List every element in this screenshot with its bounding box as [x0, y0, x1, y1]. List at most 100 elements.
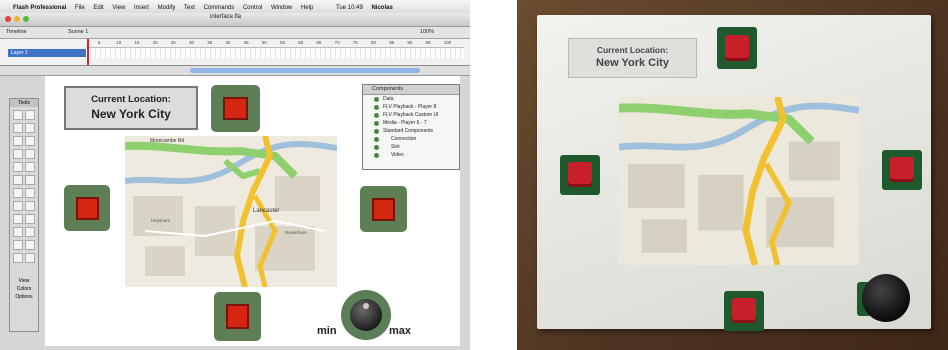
red-button-top[interactable] — [223, 96, 248, 121]
menu-file[interactable]: File — [75, 5, 85, 11]
map-label-east: Bowerham — [285, 230, 307, 235]
tool-button[interactable] — [13, 240, 23, 250]
menu-commands[interactable]: Commands — [204, 5, 235, 11]
timeline-tabbar: Timeline Scene 1 100% — [0, 27, 470, 39]
scene-label[interactable]: Scene 1 — [68, 29, 88, 35]
tool-button[interactable] — [25, 149, 35, 159]
map-label-town: Lancaster — [253, 208, 280, 214]
component-item[interactable]: FLV Playback Custom UI — [363, 111, 459, 119]
tool-button[interactable] — [13, 253, 23, 263]
tool-button[interactable] — [13, 136, 23, 146]
red-button-left[interactable] — [75, 196, 99, 220]
timeline-panel: 5 10 15 20 25 30 35 40 45 50 55 60 65 70 75 80 85 90 95 100… — [0, 39, 470, 66]
prototype-photo: Current Location: New York City — [517, 0, 948, 350]
tool-button[interactable] — [25, 162, 35, 172]
colors-title: Colors — [16, 286, 32, 292]
ruler-number: 35 — [207, 40, 213, 45]
map-image[interactable]: Morecambe Rd Lancaster Heysham Bowerham — [125, 136, 337, 287]
frame-cells[interactable] — [86, 48, 464, 58]
pcb-button-bottom — [724, 291, 764, 331]
menu-view[interactable]: View — [112, 5, 125, 11]
menu-window[interactable]: Window — [271, 5, 292, 11]
menu-text[interactable]: Text — [184, 5, 195, 11]
component-item[interactable]: FLV Playback - Player 8 — [363, 103, 459, 111]
menu-modify[interactable]: Modify — [158, 5, 176, 11]
ruler-number: 20 — [152, 40, 158, 45]
tool-button[interactable] — [13, 162, 23, 172]
menu-app[interactable]: Flash Professional — [13, 5, 66, 11]
zoom-window-icon[interactable] — [23, 16, 29, 22]
zoom-level[interactable]: 100% — [420, 27, 434, 38]
tool-button[interactable] — [25, 240, 35, 250]
red-cap — [725, 34, 749, 61]
tool-button[interactable] — [25, 253, 35, 263]
ruler-number: 100 — [443, 40, 452, 45]
components-title: Components — [363, 85, 459, 95]
red-button-right[interactable] — [371, 197, 396, 221]
map-label-west: Heysham — [151, 218, 171, 223]
sensor-top[interactable] — [211, 85, 260, 132]
map-label-road: Morecambe Rd — [150, 138, 185, 144]
sensor-bottom[interactable] — [214, 292, 261, 341]
menu-insert[interactable]: Insert — [134, 5, 149, 11]
menu-control[interactable]: Control — [243, 5, 262, 11]
timeline-scrollbar[interactable] — [190, 68, 420, 73]
sensor-left[interactable] — [64, 185, 110, 231]
red-cap — [890, 157, 914, 182]
map-graphic — [125, 136, 337, 287]
minimize-window-icon[interactable] — [14, 16, 20, 22]
photo-location-box: Current Location: New York City — [568, 38, 697, 78]
component-item[interactable]: Media - Player 6 - 7 — [363, 119, 459, 127]
layer-name: Layer 1 — [11, 50, 28, 56]
tool-button[interactable] — [13, 175, 23, 185]
pcb-button-left — [560, 155, 600, 195]
tool-button[interactable] — [13, 123, 23, 133]
tool-button[interactable] — [25, 136, 35, 146]
menubar-user[interactable]: Nicolas — [371, 5, 392, 11]
tool-button[interactable] — [13, 214, 23, 224]
tab-timeline[interactable]: Timeline — [6, 29, 27, 35]
ruler-number: 40 — [225, 40, 231, 45]
tool-button[interactable] — [13, 227, 23, 237]
frame-ruler: 5 10 15 20 25 30 35 40 45 50 55 60 65 70 75 80 85 90 95 100 — [86, 39, 464, 48]
tool-grid — [10, 107, 38, 277]
tools-title: Tools — [10, 99, 38, 107]
photo-location-city: New York City — [596, 57, 669, 69]
ruler-number: 15 — [134, 40, 140, 45]
ruler-number: 45 — [243, 40, 249, 45]
layer-row[interactable]: Layer 1 — [8, 49, 87, 57]
tool-button[interactable] — [25, 110, 35, 120]
physical-knob — [862, 274, 910, 322]
component-item[interactable]: Data — [363, 95, 459, 103]
document-titlebar: interface.fla — [0, 13, 470, 27]
photo-location-label: Current Location: — [596, 45, 669, 55]
component-item[interactable]: Standard Components — [363, 127, 459, 135]
sensor-right[interactable] — [360, 186, 407, 232]
tool-button[interactable] — [13, 201, 23, 211]
tool-button[interactable] — [13, 149, 23, 159]
components-panel: Components Data FLV Playback - Player 8 … — [362, 84, 460, 170]
tool-button[interactable] — [25, 188, 35, 198]
tool-button[interactable] — [25, 123, 35, 133]
component-item[interactable]: Slot — [363, 143, 459, 151]
close-window-icon[interactable] — [5, 16, 11, 22]
ruler-number: 95 — [425, 40, 431, 45]
tool-button[interactable] — [25, 201, 35, 211]
menu-edit[interactable]: Edit — [93, 5, 103, 11]
menu-help[interactable]: Help — [301, 5, 313, 11]
location-city: New York City — [91, 107, 171, 121]
tool-button[interactable] — [25, 214, 35, 224]
menubar-clock: Tue 10:49 — [335, 5, 363, 11]
knob-indicator — [363, 303, 369, 309]
red-button-bottom[interactable] — [225, 304, 250, 329]
component-item[interactable]: Connection — [363, 135, 459, 143]
tool-button[interactable] — [13, 110, 23, 120]
component-item[interactable]: Video — [363, 151, 459, 159]
flash-window: Flash Professional File Edit View Insert… — [0, 0, 470, 350]
location-box: Current Location: New York City — [64, 86, 198, 130]
tool-button[interactable] — [25, 227, 35, 237]
mac-menubar: Flash Professional File Edit View Insert… — [0, 0, 470, 14]
tool-button[interactable] — [13, 188, 23, 198]
playhead-marker[interactable] — [87, 39, 89, 65]
tool-button[interactable] — [25, 175, 35, 185]
